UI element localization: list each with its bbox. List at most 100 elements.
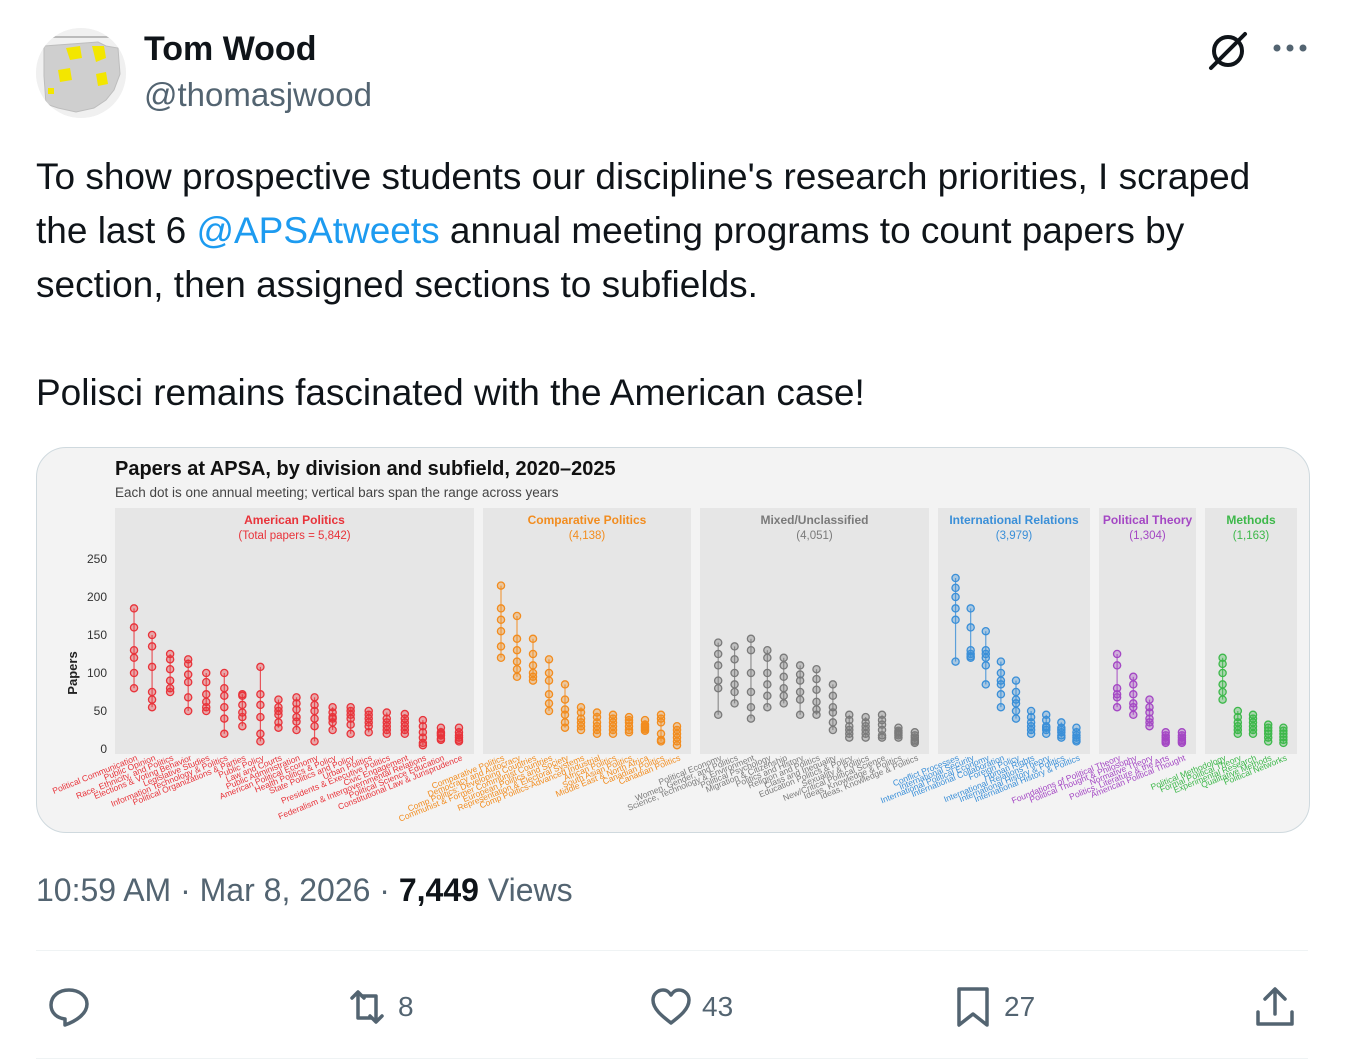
data-point <box>812 674 821 684</box>
data-point <box>496 615 506 625</box>
like-button[interactable]: 43 <box>648 983 733 1031</box>
data-point <box>730 642 739 651</box>
data-point <box>512 664 522 674</box>
data-point <box>951 615 960 625</box>
data-point <box>713 661 723 670</box>
tweet-text-segment: the last 6 <box>36 210 197 251</box>
data-point <box>966 604 975 613</box>
data-point <box>220 668 229 678</box>
data-point <box>861 733 870 742</box>
data-point <box>1011 687 1021 697</box>
data-point <box>496 653 506 663</box>
data-point <box>672 740 682 750</box>
tweet-line: To show prospective students our discipl… <box>36 156 1251 197</box>
data-point <box>576 725 586 735</box>
data-point <box>981 680 991 689</box>
data-point <box>496 604 506 613</box>
data-point <box>1218 659 1227 669</box>
data-point <box>165 687 175 697</box>
data-point <box>165 664 175 674</box>
data-point <box>310 721 319 731</box>
data-point <box>730 668 739 678</box>
data-point <box>310 737 319 746</box>
data-point <box>346 720 355 729</box>
data-point <box>746 634 756 644</box>
data-point <box>996 657 1006 666</box>
y-tick-label: 250 <box>87 552 107 566</box>
data-point <box>256 700 265 710</box>
chart-subtitle: Each dot is one annual meeting; vertical… <box>115 485 559 500</box>
data-point <box>1112 661 1122 670</box>
share-button[interactable] <box>1252 983 1298 1031</box>
panel-title: American Politics <box>244 513 345 527</box>
data-point <box>328 718 337 727</box>
author-handle[interactable]: @thomasjwood <box>144 76 372 114</box>
data-point <box>238 691 247 701</box>
y-tick-label: 100 <box>87 666 107 680</box>
data-point <box>238 721 247 731</box>
tweet-date[interactable]: Mar 8, 2026 <box>200 872 371 908</box>
ohio-map-avatar-icon <box>36 28 126 118</box>
data-point <box>560 710 570 720</box>
data-point <box>966 653 975 663</box>
data-point <box>544 655 554 664</box>
retweet-button[interactable]: 8 <box>344 983 414 1031</box>
data-point <box>512 611 522 621</box>
data-point <box>183 670 193 679</box>
data-point <box>656 718 666 727</box>
data-point <box>713 683 723 693</box>
data-point <box>981 653 991 663</box>
panel-title: Political Theory <box>1103 513 1193 527</box>
data-point <box>828 725 838 735</box>
data-point <box>795 695 805 704</box>
panel-title: Mixed/Unclassified <box>760 513 868 527</box>
data-point <box>238 700 247 710</box>
author-name[interactable]: Tom Wood <box>144 30 316 69</box>
bookmark-button[interactable]: 27 <box>950 983 1035 1031</box>
data-point <box>496 642 506 651</box>
tweet-text-segment: annual meeting programs to count papers … <box>439 210 1185 251</box>
data-point <box>310 714 319 723</box>
divider <box>36 950 1308 951</box>
data-point <box>147 642 157 651</box>
data-point <box>528 676 538 685</box>
data-point <box>512 645 522 655</box>
data-point <box>713 710 723 720</box>
meta-separator: · <box>379 872 390 908</box>
views-label: Views <box>487 872 573 908</box>
data-point <box>951 604 960 613</box>
share-icon <box>1256 987 1294 1026</box>
tweet-time[interactable]: 10:59 AM <box>36 872 171 908</box>
data-point <box>730 699 739 708</box>
data-point <box>147 695 157 704</box>
avatar[interactable] <box>36 28 126 118</box>
data-point <box>730 687 739 697</box>
apsa-papers-chart: Papers at APSA, by division and subfield… <box>51 458 1297 824</box>
data-point <box>1263 737 1273 746</box>
media-card[interactable]: Papers at APSA, by division and subfield… <box>36 447 1310 833</box>
data-point <box>746 668 756 678</box>
data-point <box>418 740 428 750</box>
mention-link[interactable]: @APSAtweets <box>196 210 439 251</box>
panel-title: International Relations <box>949 513 1079 527</box>
data-point <box>544 699 554 708</box>
data-point <box>129 683 139 693</box>
y-tick-label: 50 <box>94 704 108 718</box>
data-point <box>1218 695 1227 704</box>
data-point <box>795 710 805 720</box>
data-point <box>779 699 788 708</box>
data-point <box>894 733 903 742</box>
data-point <box>1145 721 1154 731</box>
reply-button[interactable] <box>46 983 100 1031</box>
data-point <box>346 729 355 739</box>
data-point <box>528 661 538 670</box>
data-point <box>512 672 522 682</box>
data-point <box>1026 729 1036 739</box>
data-point <box>220 714 229 723</box>
data-point <box>129 668 139 678</box>
data-point <box>828 691 838 701</box>
meta-separator: · <box>180 872 191 908</box>
grok-icon[interactable] <box>1205 28 1251 74</box>
more-icon[interactable] <box>1265 28 1315 68</box>
panel-total: (3,979) <box>996 530 1033 542</box>
